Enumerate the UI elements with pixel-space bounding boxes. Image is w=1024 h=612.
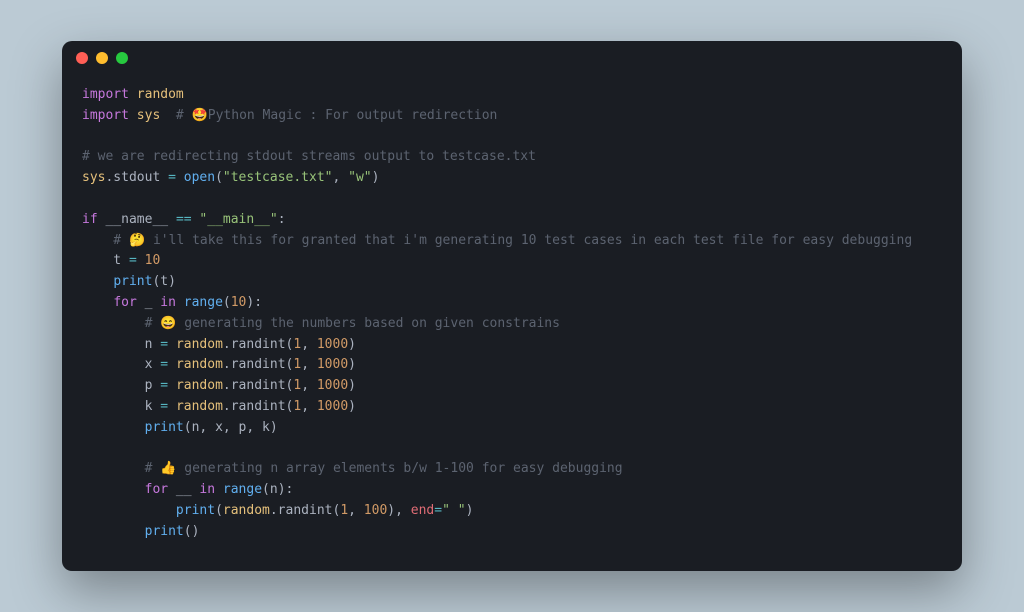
builtin: print [145,420,184,435]
attr: .stdout [105,170,160,185]
comment: # 🤩Python Magic : For output redirection [160,108,497,123]
builtin: print [113,274,152,289]
comment: # 👍 generating n array elements b/w 1-10… [82,461,623,476]
keyword: in [160,295,176,310]
keyword: in [199,482,215,497]
operator: = [160,170,183,185]
builtin: print [145,524,184,539]
string: "__main__" [192,212,278,227]
code-window: import random import sys # 🤩Python Magic… [62,41,962,571]
keyword: import [82,87,129,102]
number: 10 [231,295,247,310]
number: 10 [145,253,161,268]
builtin: open [184,170,215,185]
comment: # 😄 generating the numbers based on give… [82,316,560,331]
module: random [137,87,184,102]
code-editor[interactable]: import random import sys # 🤩Python Magic… [62,75,962,571]
builtin: print [176,503,215,518]
minimize-icon[interactable] [96,52,108,64]
comment: # we are redirecting stdout streams outp… [82,149,536,164]
paren: ( [215,170,223,185]
string: "testcase.txt" [223,170,333,185]
module: sys [82,170,105,185]
keyword: if [82,212,98,227]
module: sys [137,108,160,123]
close-icon[interactable] [76,52,88,64]
titlebar [62,41,962,75]
zoom-icon[interactable] [116,52,128,64]
string: "w" [348,170,371,185]
keyword: import [82,108,129,123]
comment: # 🤔 i'll take this for granted that i'm … [82,233,912,248]
keyword: for [145,482,168,497]
keyword: for [113,295,136,310]
